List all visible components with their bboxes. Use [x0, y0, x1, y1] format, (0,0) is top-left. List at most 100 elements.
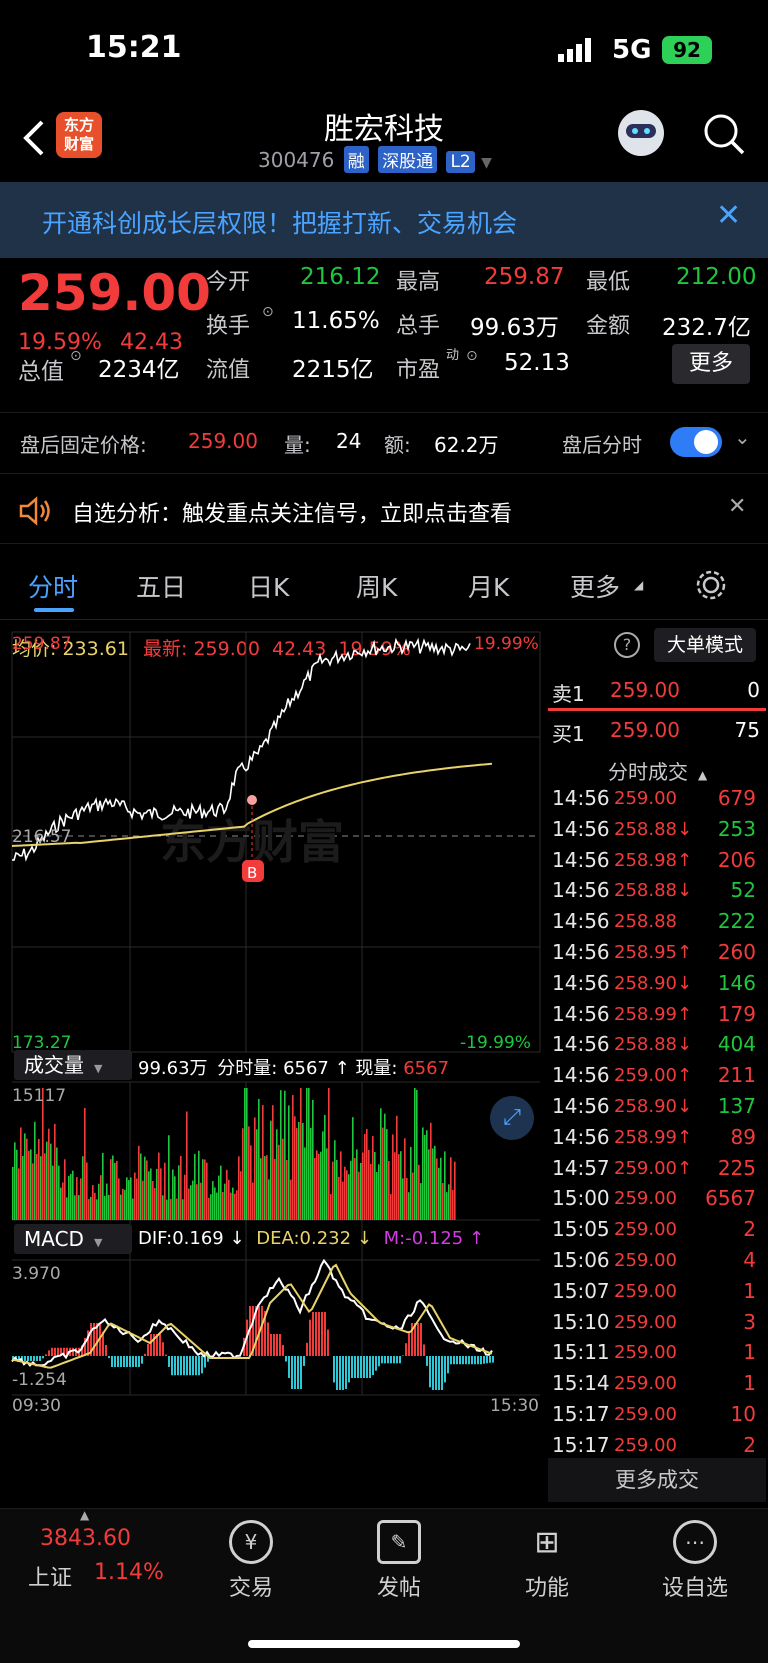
sell-1-price: 259.00 [610, 678, 680, 702]
volume-indicator-label: 成交量 [24, 1053, 84, 1077]
tab-daily[interactable]: 日K [248, 568, 289, 604]
tick-volume: 1 [743, 1340, 756, 1365]
speaker-icon [18, 496, 52, 526]
search-icon[interactable] [702, 112, 746, 156]
info-icon[interactable]: ⊙ [70, 348, 82, 364]
tick-time: 15:00 [552, 1186, 610, 1211]
macd-bar [327, 1329, 329, 1356]
tick-volume: 146 [717, 970, 756, 995]
nav-watchlist[interactable]: ⋯ 设自选 [640, 1510, 750, 1602]
macd-bar [114, 1356, 116, 1367]
macd-bar [480, 1356, 482, 1365]
more-ticks-button[interactable]: 更多成交 [548, 1458, 766, 1502]
volume-bar [402, 1178, 404, 1220]
macd-bar [492, 1356, 494, 1363]
tick-volume: 222 [717, 909, 756, 934]
volume-bar [318, 1153, 320, 1220]
volume-bar [22, 1156, 24, 1220]
more-button[interactable]: 更多 [672, 344, 750, 384]
volume-bar [282, 1138, 284, 1220]
volume-bar [44, 1153, 46, 1220]
ticks-header[interactable]: 分时成交 ▲ [608, 756, 707, 785]
tick-time: 14:56 [552, 1094, 610, 1118]
robot-assistant-icon[interactable] [618, 110, 664, 156]
volume-bars [12, 1088, 456, 1220]
info-icon[interactable]: ⊙ [466, 348, 478, 364]
macd-bar [402, 1355, 404, 1356]
tick-row: 14:57 259.00↑ 225 [548, 1156, 760, 1187]
volume-bar [236, 1190, 238, 1220]
mcap-value: 2234亿 [98, 357, 180, 383]
nav-functions-label: 功能 [524, 1576, 569, 1601]
chart-tabs: 分时 五日 日K 周K 月K 更多 ◢ [0, 548, 768, 620]
macd-bar [129, 1356, 131, 1367]
volume-bar [336, 1159, 338, 1220]
last-price: 259.00 [18, 264, 211, 322]
volume-bar [240, 1171, 242, 1220]
volume-bar [126, 1177, 128, 1220]
volume-bar [108, 1194, 110, 1220]
volume-bar [268, 1179, 270, 1220]
volume-bar [12, 1166, 14, 1220]
big-order-mode-button[interactable]: 大单模式 [654, 628, 756, 662]
volume-bar [394, 1152, 396, 1220]
nav-post[interactable]: ✎ 发帖 [344, 1510, 454, 1602]
volume-bar [324, 1114, 326, 1220]
volume-bar [86, 1162, 88, 1220]
tick-time: 15:17 [552, 1432, 610, 1457]
macd-indicator-select[interactable]: MACD ▼ [14, 1224, 132, 1254]
tab-more[interactable]: 更多 [570, 568, 620, 604]
volume-bar [212, 1181, 214, 1220]
macd-bar [111, 1356, 113, 1367]
volume-bar [230, 1192, 232, 1220]
volume-bar [378, 1164, 380, 1220]
volume-bar [410, 1146, 412, 1220]
volume-bar [154, 1188, 156, 1220]
help-icon[interactable]: ? [614, 632, 640, 658]
home-indicator[interactable] [248, 1640, 520, 1648]
nav-trade[interactable]: ¥ 交易 [196, 1510, 306, 1602]
volume-bar [36, 1153, 38, 1220]
volume-bar [62, 1182, 64, 1220]
tab-weekly[interactable]: 周K [356, 568, 397, 604]
after-hours-toggle[interactable] [670, 427, 722, 457]
nav-functions[interactable]: ⊞ 功能 [492, 1510, 602, 1602]
tab-monthly[interactable]: 月K [468, 568, 509, 604]
volume-bar [120, 1194, 122, 1220]
volume-bar [330, 1194, 332, 1220]
tick-time: 15:17 [552, 1402, 610, 1426]
promo-banner[interactable]: 开通科创成长层权限！把握打新、交易机会 ✕ [0, 182, 768, 258]
macd-bar [33, 1356, 35, 1361]
info-icon[interactable]: ⊙ [262, 304, 274, 320]
bid-ask-divider [548, 708, 766, 711]
macd-bar [159, 1334, 161, 1356]
tick-row: 14:56 258.99↑ 89 [548, 1125, 760, 1156]
close-icon[interactable]: ✕ [728, 494, 746, 519]
volume-bar [210, 1194, 212, 1220]
index-ticker[interactable]: ▲ 3843.60 上证 1.14% [24, 1508, 164, 1598]
volume-bar [372, 1136, 374, 1220]
close-icon[interactable]: ✕ [716, 198, 741, 233]
tab-five-day[interactable]: 五日 [136, 568, 186, 604]
volume-bar [110, 1159, 112, 1220]
gear-icon[interactable] [694, 568, 728, 602]
volume-bar [42, 1088, 44, 1220]
tab-intraday[interactable]: 分时 [28, 568, 78, 604]
volume-bar [178, 1165, 180, 1220]
volume-bar [20, 1127, 22, 1220]
volume-bar [172, 1169, 174, 1220]
buy-point[interactable] [247, 795, 257, 805]
dropdown-icon[interactable]: ▼ [481, 155, 492, 171]
macd-bar [105, 1345, 107, 1356]
volume-bar [382, 1127, 384, 1220]
tick-time: 14:56 [552, 816, 610, 841]
chevron-down-icon[interactable]: ⌄ [734, 425, 751, 449]
volume-bar [238, 1156, 240, 1220]
volume-bar [98, 1183, 100, 1220]
volume-bar [348, 1174, 350, 1220]
signal-alert[interactable]: 自选分析：触发重点关注信号，立即点击查看 ✕ [0, 478, 768, 544]
volume-indicator-select[interactable]: 成交量 ▼ [14, 1050, 132, 1080]
volume-bar [438, 1167, 440, 1220]
volume-bar [234, 1193, 236, 1220]
expand-icon[interactable]: ⤢ [490, 1096, 534, 1140]
